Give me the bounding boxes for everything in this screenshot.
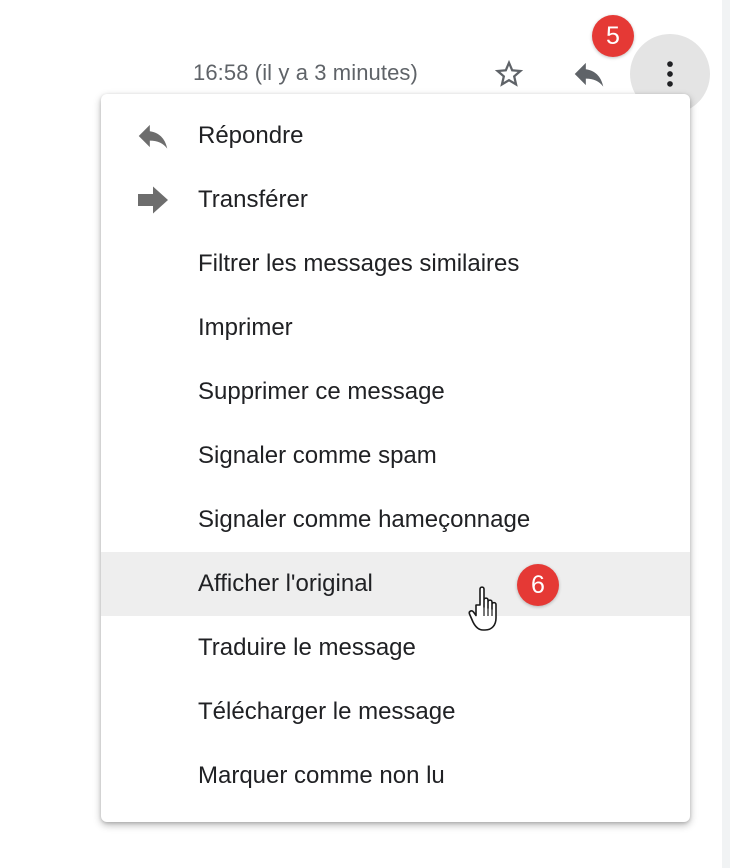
- menu-item-report-spam[interactable]: Signaler comme spam: [101, 424, 690, 488]
- menu-item-label: Marquer comme non lu: [198, 762, 445, 789]
- menu-item-label: Répondre: [198, 122, 304, 149]
- menu-item-label: Signaler comme hameçonnage: [198, 506, 531, 533]
- menu-item-filter-similar[interactable]: Filtrer les messages similaires: [101, 232, 690, 296]
- menu-item-forward[interactable]: Transférer: [101, 168, 690, 232]
- more-vertical-icon: [667, 61, 673, 87]
- more-options-menu: Répondre Transférer Filtrer les messages…: [101, 94, 690, 822]
- menu-item-label: Signaler comme spam: [198, 442, 437, 469]
- menu-item-label: Imprimer: [198, 314, 293, 341]
- menu-item-delete[interactable]: Supprimer ce message: [101, 360, 690, 424]
- menu-item-reply[interactable]: Répondre: [101, 104, 690, 168]
- reply-button[interactable]: [565, 50, 613, 98]
- menu-item-mark-unread[interactable]: Marquer comme non lu: [101, 744, 690, 808]
- menu-item-report-phishing[interactable]: Signaler comme hameçonnage: [101, 488, 690, 552]
- menu-item-download[interactable]: Télécharger le message: [101, 680, 690, 744]
- step-badge-6: 6: [517, 564, 559, 606]
- menu-item-label: Télécharger le message: [198, 698, 456, 725]
- menu-item-label: Afficher l'original: [198, 570, 373, 597]
- menu-item-show-original[interactable]: Afficher l'original 6: [101, 552, 690, 616]
- star-button[interactable]: [485, 50, 533, 98]
- menu-item-label: Supprimer ce message: [198, 378, 445, 405]
- step-badge-5: 5: [592, 15, 634, 57]
- menu-item-label: Transférer: [198, 186, 308, 213]
- menu-item-translate[interactable]: Traduire le message: [101, 616, 690, 680]
- forward-icon: [133, 184, 173, 216]
- menu-item-label: Traduire le message: [198, 634, 416, 661]
- reply-icon: [133, 120, 173, 152]
- message-timestamp: 16:58 (il y a 3 minutes): [193, 60, 418, 85]
- scrollbar-track: [722, 0, 730, 868]
- star-outline-icon: [494, 59, 524, 87]
- menu-item-label: Filtrer les messages similaires: [198, 250, 520, 277]
- menu-item-print[interactable]: Imprimer: [101, 296, 690, 360]
- reply-icon: [574, 62, 604, 87]
- hand-pointer-cursor-icon: [468, 586, 497, 631]
